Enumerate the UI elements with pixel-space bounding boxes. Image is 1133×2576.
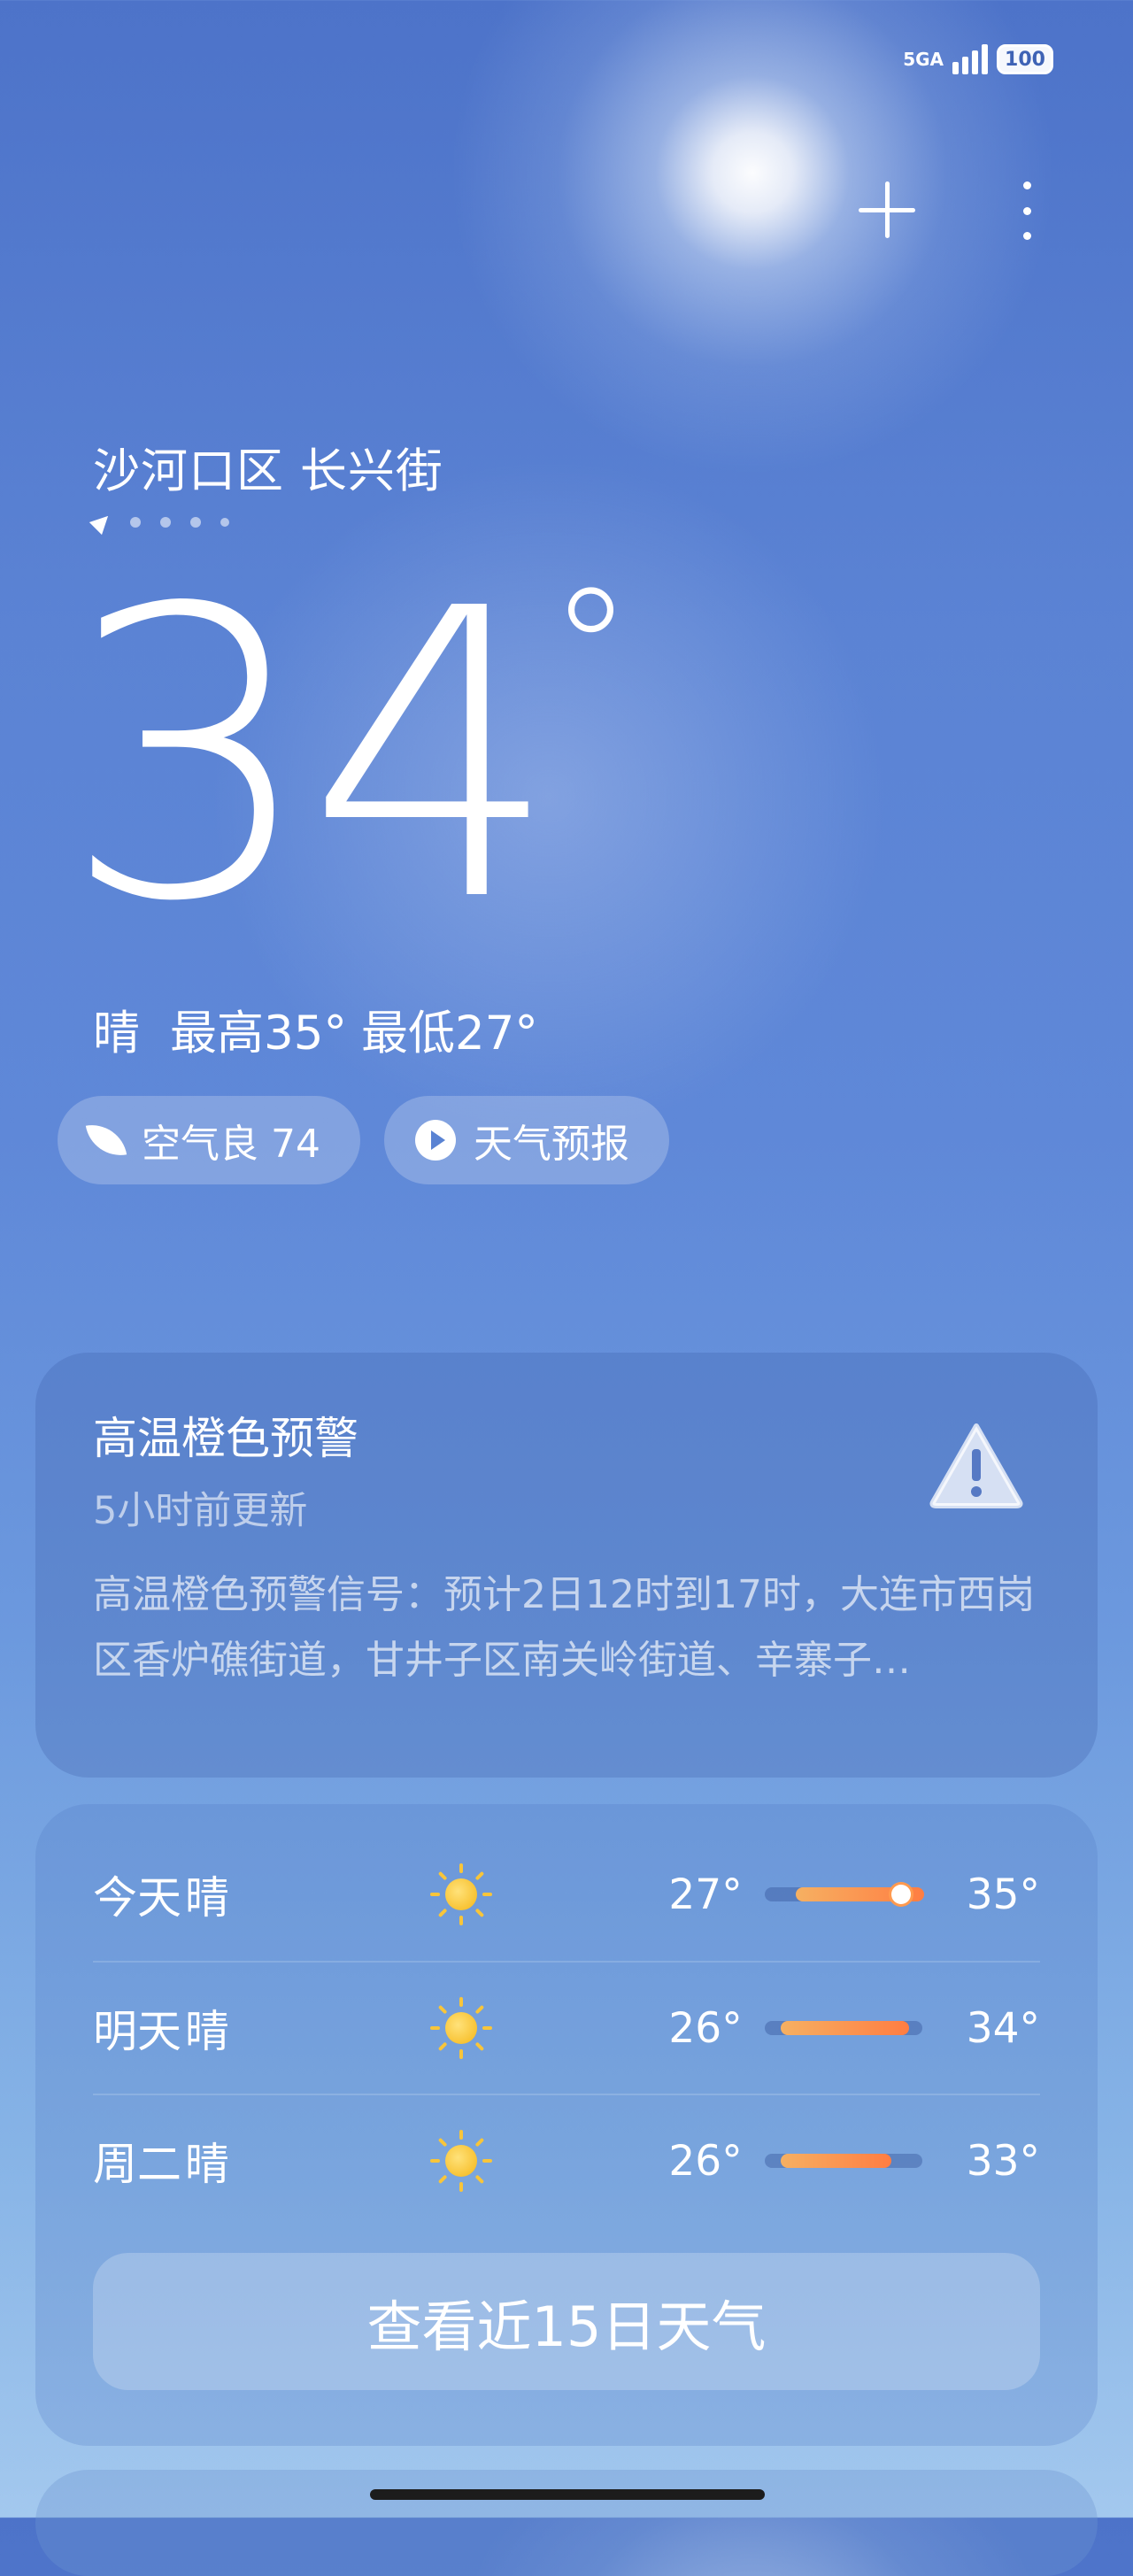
alert-title: 高温橙色预警 [93, 1413, 358, 1464]
air-quality-chip[interactable]: 空气良 74 [58, 1096, 360, 1184]
forecast-low: 27° [668, 1870, 743, 1919]
today-low: 最低27° [360, 1006, 538, 1060]
forecast-row[interactable]: 今天 晴 27° 35° [93, 1828, 1040, 1961]
temperature-range-bar [764, 1885, 924, 1904]
forecast-condition: 晴 [184, 2139, 229, 2190]
current-temperature: 34 [62, 525, 560, 989]
air-quality-label: 空气良 74 [142, 1122, 320, 1167]
forecast-day: 明天 [93, 2006, 181, 2057]
home-indicator[interactable] [370, 2489, 765, 2500]
forecast-high: 35° [966, 1870, 1040, 1919]
temperature-range-bar [764, 2154, 922, 2168]
warning-icon [929, 1423, 1023, 1508]
play-icon [414, 1120, 456, 1161]
signal-icon [952, 44, 988, 74]
alert-description: 高温橙色预警信号：预计2日12时到17时，大连市西岗区香炉礁街道，甘井子区南关岭… [93, 1572, 1035, 1683]
next-card [35, 2470, 1098, 2576]
forecast-high: 33° [966, 2136, 1040, 2186]
leaf-icon [85, 1119, 127, 1161]
weather-summary: 晴 最高35° 最低27° [93, 996, 538, 1063]
alert-updated-time: 5小时前更新 [93, 1489, 308, 1533]
battery-level: 100 [1005, 48, 1045, 71]
network-type: 5GA [903, 49, 944, 70]
forecast-low: 26° [668, 2003, 743, 2053]
forecast-condition: 晴 [184, 1872, 229, 1924]
forecast-row[interactable]: 周二 晴 26° 33° [93, 2094, 1040, 2227]
forecast-low: 26° [668, 2136, 743, 2186]
today-high: 最高35° [170, 1006, 347, 1060]
temperature-range-bar [764, 2021, 922, 2035]
forecast-row[interactable]: 明天 晴 26° 34° [93, 1962, 1040, 2094]
forecast-high: 34° [966, 2003, 1040, 2053]
sun-icon [430, 1997, 491, 2059]
forecast-condition: 晴 [184, 2006, 229, 2057]
sun-icon [430, 1863, 491, 1925]
sun-icon [430, 2130, 491, 2192]
forecast-day: 今天 [93, 1872, 181, 1924]
current-condition: 晴 [93, 1006, 140, 1060]
status-bar: 5GA 100 [903, 44, 1053, 74]
info-chips: 空气良 74 天气预报 [58, 1096, 669, 1184]
forecast-video-chip[interactable]: 天气预报 [383, 1096, 669, 1184]
forecast-day: 周二 [93, 2139, 181, 2190]
location-title: 沙河口区 长兴街 [93, 444, 443, 498]
view-15-day-forecast-button[interactable]: 查看近15日天气 [93, 2253, 1040, 2390]
temperature-unit: ° [549, 552, 633, 748]
plus-icon[interactable] [859, 181, 915, 238]
more-vertical-icon[interactable] [1018, 181, 1036, 240]
battery-icon: 100 [997, 44, 1053, 74]
current-temp-marker [890, 1885, 911, 1904]
forecast-video-label: 天气预报 [473, 1122, 629, 1167]
